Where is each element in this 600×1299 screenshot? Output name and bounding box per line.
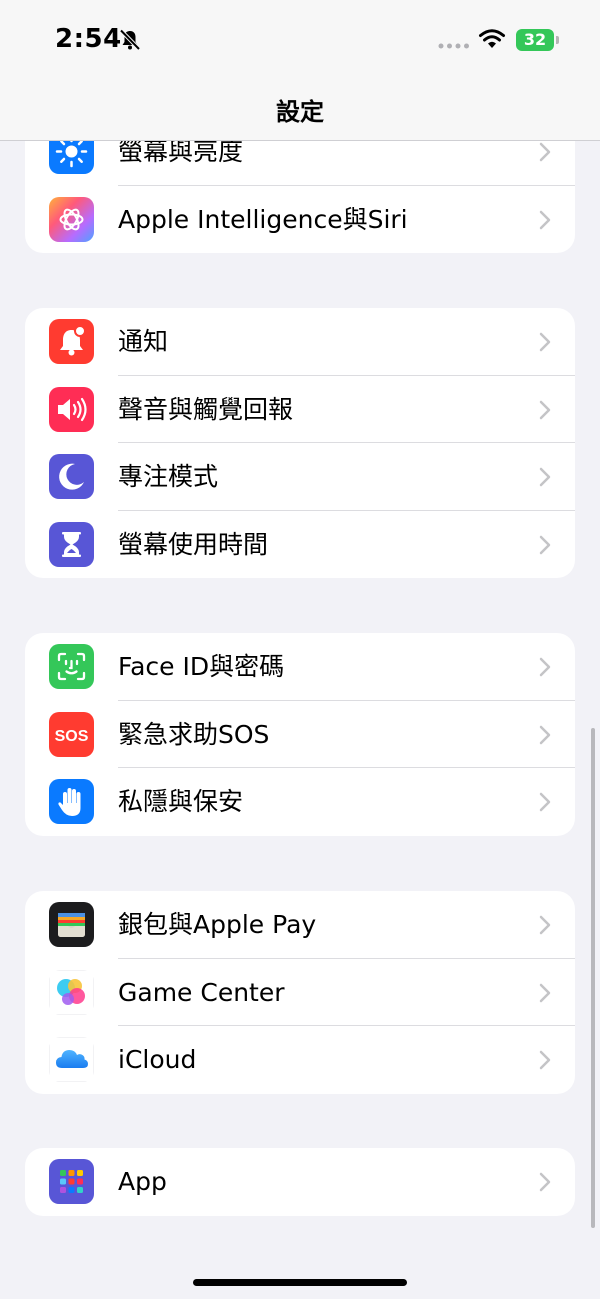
focus-moon-icon: [49, 454, 94, 499]
wifi-icon: [479, 29, 505, 48]
cellular-signal-icon: [438, 43, 469, 49]
wallet-icon: [49, 902, 94, 947]
apple-intelligence-icon: [49, 196, 94, 242]
chevron-right-icon: [539, 400, 551, 419]
status-bar: 2:54 32: [0, 0, 600, 82]
row-screen-time[interactable]: 螢幕使用時間: [25, 511, 575, 579]
row-label: 專注模式: [118, 462, 219, 491]
scrollbar[interactable]: [591, 728, 595, 1228]
row-label: 通知: [118, 327, 169, 356]
group-services: 銀包與Apple Pay Game Center iCloud: [25, 891, 575, 1094]
status-time: 2:54: [55, 24, 122, 54]
group-security: Face ID與密碼 SOS 緊急求助SOS 私隱與保安: [25, 633, 575, 836]
app-grid-icon: [49, 1159, 94, 1204]
battery-level: 32: [516, 29, 554, 51]
row-privacy-security[interactable]: 私隱與保安: [25, 768, 575, 836]
row-icloud[interactable]: iCloud: [25, 1026, 575, 1094]
chevron-right-icon: [539, 657, 551, 677]
row-notifications[interactable]: 通知: [25, 308, 575, 376]
chevron-right-icon: [539, 725, 551, 744]
row-focus[interactable]: 專注模式: [25, 443, 575, 511]
privacy-hand-icon: [49, 779, 94, 824]
row-label: Apple Intelligence與Siri: [118, 204, 408, 234]
group-notifications: 通知 聲音與觸覺回報 專注模式 螢幕使用時間: [25, 308, 575, 578]
page-title: 設定: [276, 98, 324, 126]
sos-icon-text: SOS: [55, 728, 89, 745]
row-wallet-apple-pay[interactable]: 銀包與Apple Pay: [25, 891, 575, 959]
row-sounds-haptics[interactable]: 聲音與觸覺回報: [25, 376, 575, 443]
icloud-icon: [49, 1037, 94, 1082]
row-emergency-sos[interactable]: SOS 緊急求助SOS: [25, 701, 575, 768]
row-label: 螢幕使用時間: [118, 529, 269, 559]
battery-tip: [556, 36, 559, 44]
row-label: 緊急求助SOS: [118, 719, 270, 749]
battery-icon: 32: [516, 29, 560, 51]
row-label: iCloud: [118, 1045, 197, 1074]
chevron-right-icon: [539, 915, 551, 935]
row-label: Game Center: [118, 977, 285, 1007]
chevron-right-icon: [539, 535, 551, 554]
silent-mode-bell-icon: [119, 29, 141, 51]
row-apps[interactable]: App: [25, 1148, 575, 1216]
face-id-icon: [49, 644, 94, 689]
chevron-right-icon: [539, 467, 551, 487]
notifications-icon: [49, 319, 94, 364]
row-face-id-passcode[interactable]: Face ID與密碼: [25, 633, 575, 701]
row-label: Face ID與密碼: [118, 652, 285, 681]
row-label: 私隱與保安: [118, 787, 244, 816]
chevron-right-icon: [539, 1050, 551, 1070]
chevron-right-icon: [539, 332, 551, 352]
home-indicator[interactable]: [193, 1279, 407, 1286]
row-label: 銀包與Apple Pay: [118, 910, 317, 939]
chevron-right-icon: [539, 210, 551, 229]
sos-icon: SOS: [49, 711, 94, 757]
sound-icon: [49, 386, 94, 432]
settings-list: 螢幕與亮度 Apple Intelligence與Siri 通知 聲音與觸覺回報…: [0, 0, 600, 1299]
chevron-right-icon: [539, 142, 551, 162]
game-center-icon: [49, 969, 94, 1015]
chevron-right-icon: [539, 983, 551, 1002]
chevron-right-icon: [539, 1172, 551, 1192]
hourglass-icon: [49, 521, 94, 567]
group-apps: App: [25, 1148, 575, 1216]
row-label: App: [118, 1167, 167, 1196]
row-game-center[interactable]: Game Center: [25, 959, 575, 1026]
chevron-right-icon: [539, 792, 551, 812]
navigation-bar: 設定: [0, 82, 600, 141]
row-label: 聲音與觸覺回報: [118, 394, 294, 424]
row-apple-intelligence-siri[interactable]: Apple Intelligence與Siri: [25, 186, 575, 254]
